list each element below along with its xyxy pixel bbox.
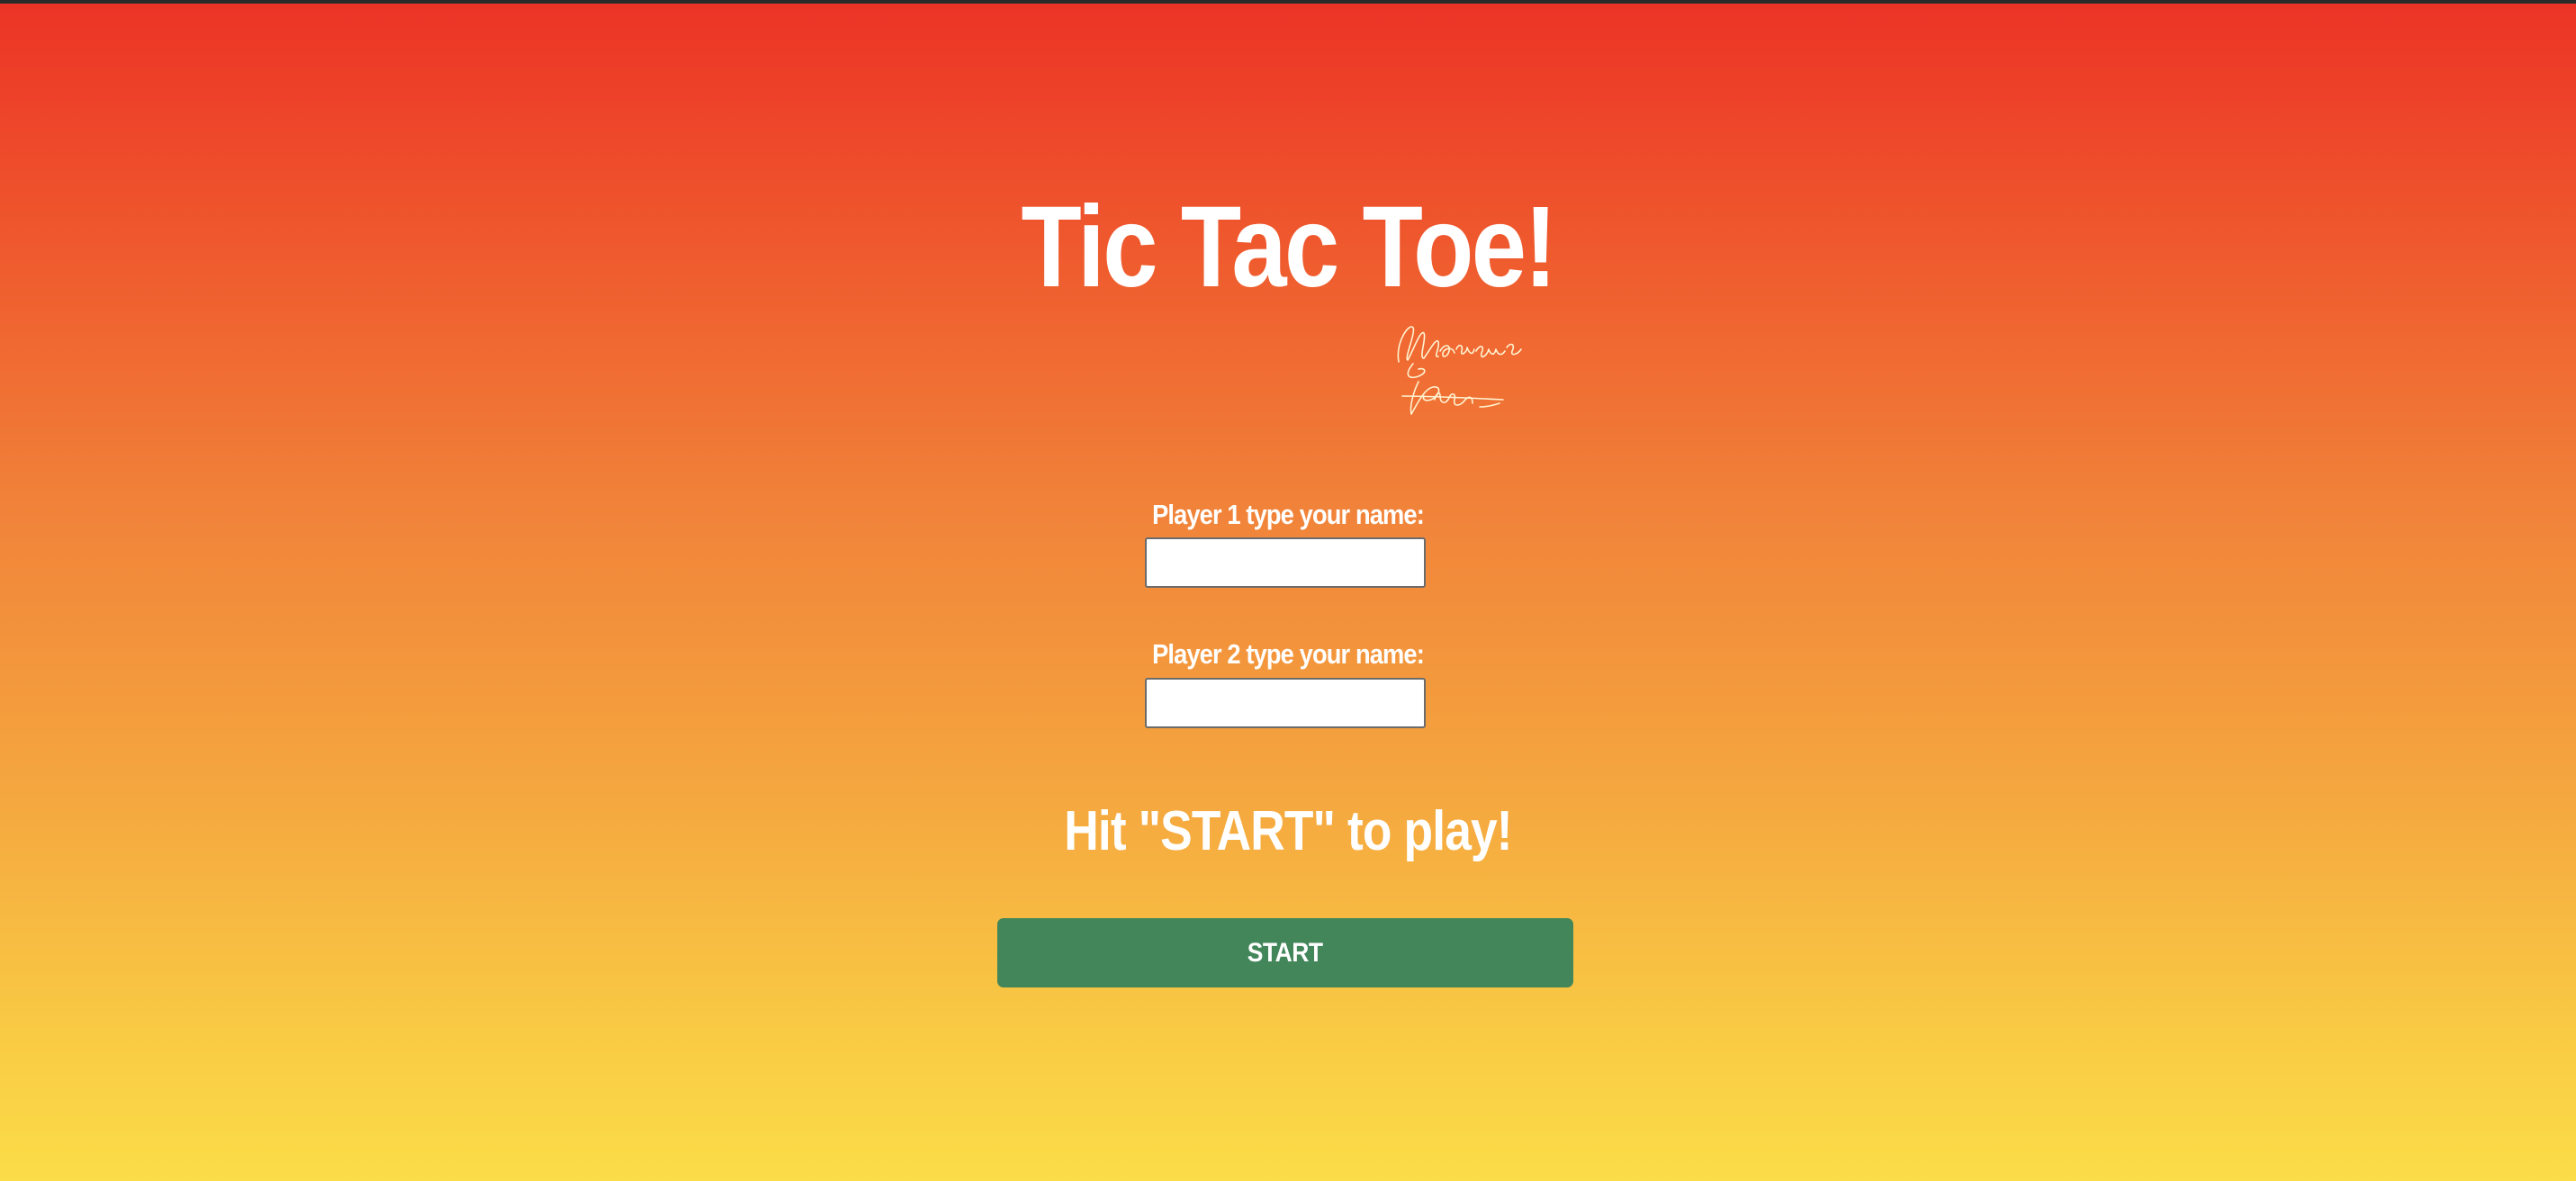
start-button-label: START	[1247, 937, 1323, 968]
player2-name-label: Player 2 type your name:	[1152, 638, 1425, 670]
start-button[interactable]: START	[997, 918, 1573, 987]
player1-name-label: Player 1 type your name:	[1152, 499, 1425, 530]
player2-name-input[interactable]	[1145, 678, 1426, 728]
signature-image	[1397, 326, 1522, 415]
page-title: Tic Tac Toe!	[1021, 183, 1558, 311]
window-top-border	[0, 0, 2576, 4]
player1-name-input[interactable]	[1145, 537, 1426, 588]
start-prompt: Hit "START" to play!	[1064, 800, 1512, 862]
